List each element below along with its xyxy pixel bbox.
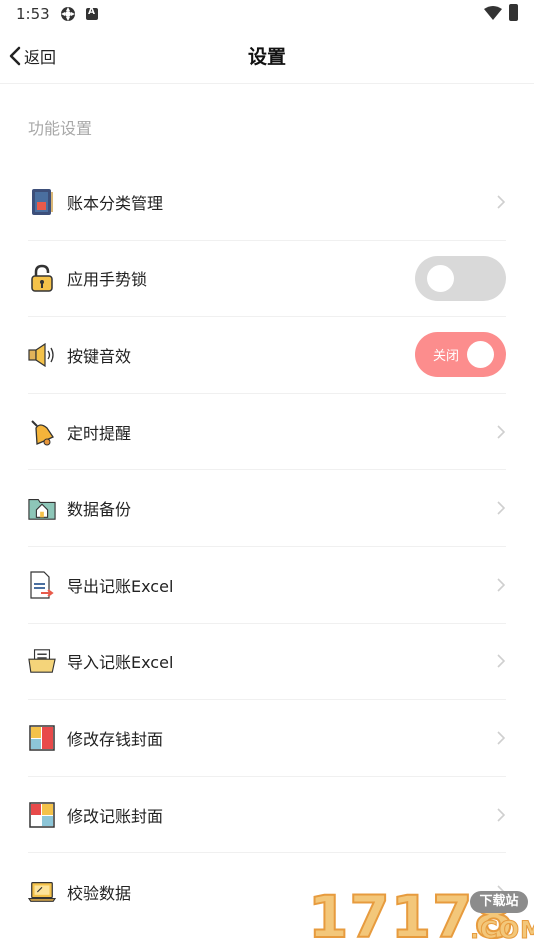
row-label: 导入记账Excel (67, 653, 174, 673)
settings-row-ledger-cover[interactable]: 修改记账封面 (0, 777, 534, 854)
folder-home-icon (28, 494, 56, 522)
row-label: 数据备份 (67, 500, 132, 520)
chevron-right-icon (497, 425, 506, 439)
site-watermark: 17178 下载站 .COM (307, 883, 534, 950)
settings-row-ledger-category[interactable]: 账本分类管理 (0, 164, 534, 241)
watermark-suffix: .COM (469, 916, 534, 945)
bell-icon (28, 418, 56, 446)
settings-row-savings-cover[interactable]: 修改存钱封面 (0, 700, 534, 777)
chevron-right-icon (497, 578, 506, 592)
chevron-right-icon (497, 731, 506, 745)
ledger-cover-icon (28, 801, 56, 829)
watermark-badge: 下载站 (470, 891, 528, 913)
gesture-lock-toggle[interactable] (415, 255, 506, 301)
export-document-icon (28, 571, 56, 599)
keyboard-notification-icon (86, 7, 98, 20)
row-label: 应用手势锁 (67, 270, 148, 290)
status-time: 1:53 (16, 5, 50, 23)
nav-bar: 返回 设置 (0, 28, 534, 84)
toggle-knob (467, 341, 494, 369)
speaker-icon (28, 341, 56, 369)
settings-row-key-sound: 按键音效 关闭 (0, 317, 534, 394)
chevron-right-icon (497, 195, 506, 209)
key-sound-toggle[interactable]: 关闭 (415, 332, 506, 378)
chevron-right-icon (497, 807, 506, 822)
app-notification-icon (61, 7, 75, 21)
padlock-icon (28, 264, 56, 293)
toggle-text: 关闭 (433, 349, 460, 365)
chevron-right-icon (497, 654, 506, 668)
status-bar: 1:53 (0, 0, 534, 28)
row-label: 导出记账Excel (67, 576, 174, 596)
row-label: 修改存钱封面 (67, 729, 164, 749)
row-label: 账本分类管理 (67, 193, 164, 213)
row-label: 修改记账封面 (67, 806, 164, 826)
row-label: 按键音效 (67, 346, 132, 366)
settings-row-import-excel[interactable]: 导入记账Excel (0, 624, 534, 701)
chevron-right-icon (497, 501, 506, 515)
laptop-check-icon (28, 878, 56, 906)
battery-icon (509, 4, 518, 21)
ledger-book-icon (28, 188, 56, 216)
savings-cover-icon (28, 724, 56, 752)
import-folder-icon (28, 647, 56, 675)
page-title: 设置 (247, 46, 286, 68)
toggle-knob (427, 264, 454, 292)
section-title: 功能设置 (28, 119, 93, 138)
settings-row-backup[interactable]: 数据备份 (0, 470, 534, 547)
wifi-icon (484, 6, 502, 20)
settings-row-export-excel[interactable]: 导出记账Excel (0, 547, 534, 624)
settings-row-gesture-lock: 应用手势锁 (0, 241, 534, 318)
row-label: 定时提醒 (67, 423, 132, 443)
settings-list: 账本分类管理 应用手势锁 按键音效 关闭 定时提醒 数据备份 导出记账Excel… (0, 164, 534, 930)
settings-row-reminder[interactable]: 定时提醒 (0, 394, 534, 471)
